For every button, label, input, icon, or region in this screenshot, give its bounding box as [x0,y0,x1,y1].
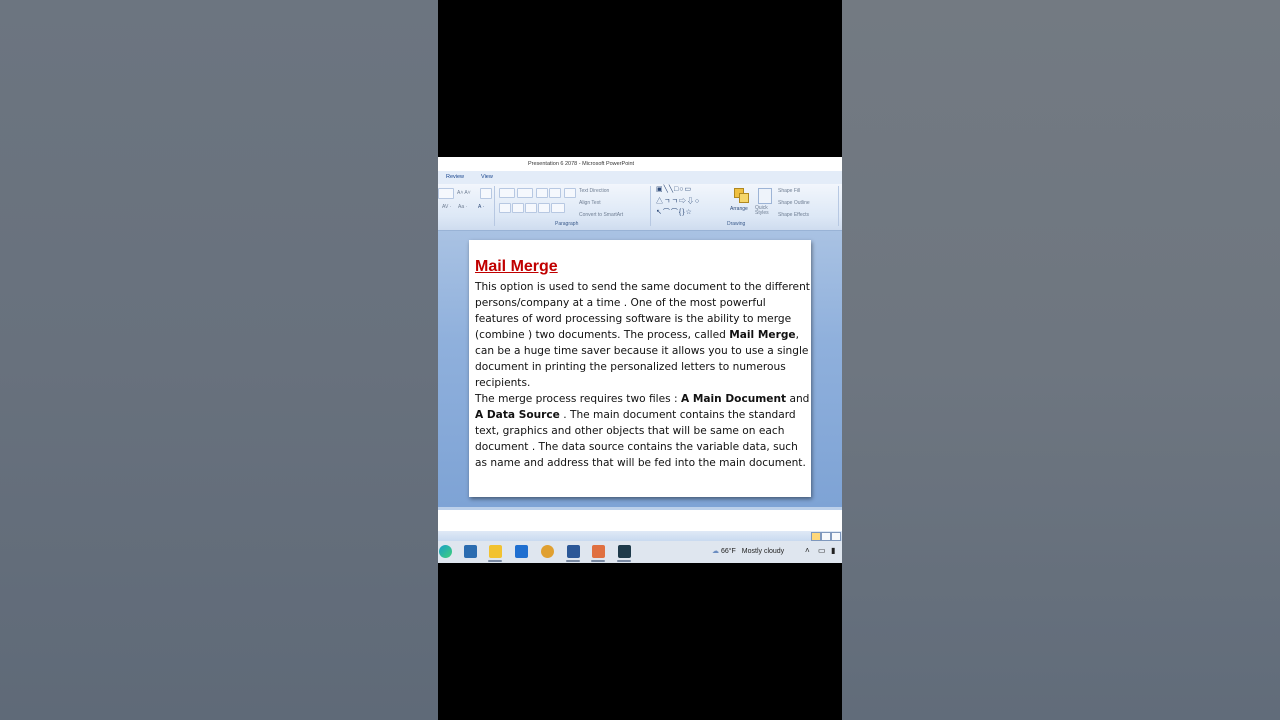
mail-icon[interactable] [515,545,528,558]
quick-styles-button[interactable]: Quick Styles [755,206,771,216]
slide[interactable]: Mail Merge This option is used to send t… [469,240,811,497]
phone-frame: Presentation 6 2078 - Microsoft PowerPoi… [438,0,842,720]
numbering-button[interactable] [517,188,533,198]
quick-styles-icon[interactable] [758,188,772,204]
edge-icon[interactable] [439,545,452,558]
bullets-button[interactable] [499,188,515,198]
slide-sorter-icon[interactable] [821,532,831,541]
shape-fill-button[interactable]: Shape Fill [778,188,800,194]
background-left [0,0,438,720]
microphone-icon[interactable]: ▮ [831,546,835,555]
shapes-gallery-row3[interactable]: ↖⌒⌒{}☆ [656,207,693,217]
justify-button[interactable] [538,203,550,213]
arrange-icon[interactable] [733,187,749,203]
word-icon[interactable] [567,545,580,558]
body-text: and [786,393,810,405]
active-indicator [591,560,605,562]
char-spacing-icon[interactable]: AV · [442,204,451,210]
window-title: Presentation 6 2078 - Microsoft PowerPoi… [528,161,635,167]
align-right-button[interactable] [525,203,537,213]
file-explorer-icon[interactable] [489,545,502,558]
ribbon: A˄ A˅ AV · Aa · A · Text Direction Align… [438,184,842,231]
slide-title[interactable]: Mail Merge [475,258,558,276]
decrease-indent-button[interactable] [536,188,548,198]
taskbar: ☁ 66°F Mostly cloudy ˄ ▭ ▮ [438,541,842,563]
text-direction-button[interactable]: Text Direction [579,188,609,194]
weather-temp: 66°F [720,548,736,555]
align-left-button[interactable] [499,203,511,213]
powerpoint-icon[interactable] [592,545,605,558]
chevron-up-icon[interactable]: ˄ [805,546,810,555]
body-bold-text: A Main Document [680,393,787,405]
status-bar [438,531,842,541]
body-bold-text: A Data Source [475,409,560,421]
slideshow-icon[interactable] [831,532,841,541]
increase-indent-button[interactable] [549,188,561,198]
shape-effects-button[interactable]: Shape Effects [778,212,809,218]
drawing-group-label: Drawing [727,221,746,227]
normal-view-icon[interactable] [811,532,821,541]
convert-smartart-button[interactable]: Convert to SmartArt [579,212,623,218]
app-icon[interactable] [618,545,631,558]
ribbon-tabs: Review View [438,171,842,185]
screen: Presentation 6 2078 - Microsoft PowerPoi… [438,157,842,563]
tab-view[interactable]: View [481,174,493,180]
body-bold-text: Mail Merge [729,329,796,341]
columns-button[interactable] [551,203,565,213]
tab-review[interactable]: Review [446,174,464,180]
weather-widget[interactable]: ☁ 66°F Mostly cloudy [712,547,784,555]
arrange-button[interactable]: Arrange [730,206,748,212]
slide-editing-area: Mail Merge This option is used to send t… [438,231,842,507]
line-spacing-button[interactable] [564,188,576,198]
font-size-box[interactable] [438,188,454,199]
change-case-icon[interactable]: Aa · [458,204,467,210]
weather-text: Mostly cloudy [741,548,785,555]
group-divider [650,186,651,226]
font-color-icon[interactable]: A · [478,204,484,210]
medal-icon[interactable] [541,545,554,558]
align-text-button[interactable]: Align Text [579,200,601,206]
slide-body-text[interactable]: This option is used to send the same doc… [475,279,811,471]
align-center-button[interactable] [512,203,524,213]
clear-format-icon[interactable] [480,188,492,199]
cloud-icon: ☁ [712,548,719,555]
shape-outline-button[interactable]: Shape Outline [778,200,810,206]
active-indicator [488,560,502,562]
group-divider [494,186,495,226]
paragraph-group-label: Paragraph [555,221,579,227]
background-right [842,0,1280,720]
active-indicator [617,560,631,562]
network-icon[interactable]: ▭ [818,546,826,555]
active-indicator [566,560,580,562]
window-titlebar: Presentation 6 2078 - Microsoft PowerPoi… [438,157,842,171]
font-grow-icon[interactable]: A˄ A˅ [457,190,471,196]
shapes-gallery-row2[interactable]: △ㄱㄱ⇨⇩○ [656,196,700,206]
group-divider [838,186,839,226]
shapes-gallery-row1[interactable]: ▣╲╲□○▭ [656,185,692,193]
store-icon[interactable] [464,545,477,558]
body-text: The merge process requires two files : [475,393,681,405]
